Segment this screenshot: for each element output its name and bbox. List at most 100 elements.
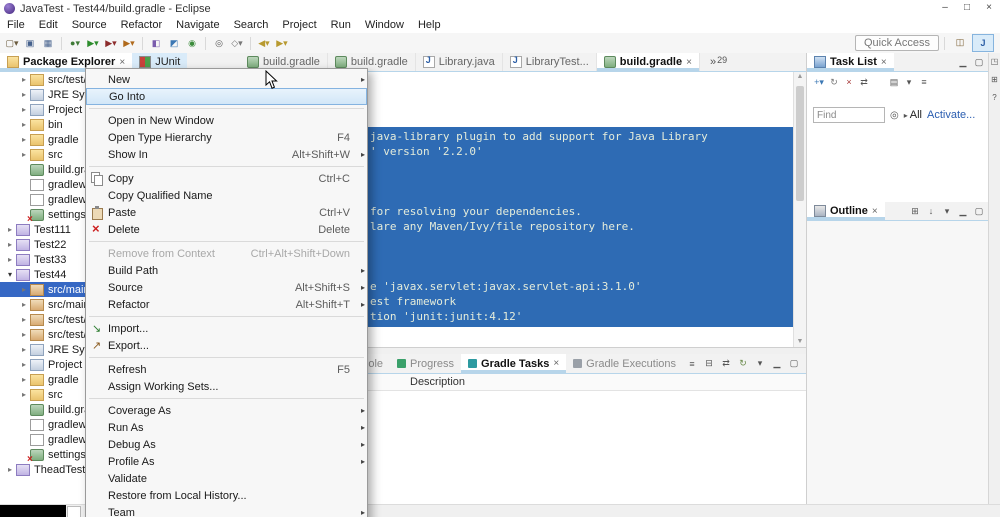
context-menu-item[interactable]: New ▸ — [86, 71, 367, 88]
help-icon[interactable]: ? — [992, 93, 996, 102]
new-task-dropdown[interactable]: +▾ — [813, 77, 825, 88]
context-menu-item[interactable]: Source Alt+Shift+S ▸ — [86, 279, 367, 296]
editor-tab[interactable]: Library.java × — [416, 53, 503, 71]
menu-item[interactable]: File — [0, 19, 32, 31]
maximize-button[interactable]: ▢ — [788, 358, 800, 369]
new-junit-test-button[interactable]: ◩ — [166, 35, 182, 51]
expand-arrow-icon[interactable]: ▸ — [18, 285, 30, 294]
scrollbar-thumb[interactable] — [796, 86, 804, 201]
refresh-tasks-icon[interactable]: ↻ — [737, 358, 749, 369]
view-menu-icon[interactable]: ≡ — [918, 77, 930, 87]
delete-task-icon[interactable]: × — [843, 77, 855, 87]
tab-task-list[interactable]: Task List × — [807, 53, 894, 71]
context-menu-item[interactable]: Import... ▸ — [86, 320, 367, 337]
expand-arrow-icon[interactable]: ▸ — [18, 90, 30, 99]
menu-item[interactable]: Source — [65, 19, 114, 31]
context-menu-item[interactable]: Show In Alt+Shift+W ▸ — [86, 146, 367, 163]
context-menu-item[interactable]: Refactor Alt+Shift+T ▸ — [86, 296, 367, 313]
context-menu-item[interactable]: Team ▸ — [86, 504, 367, 517]
find-input[interactable] — [813, 107, 885, 123]
minimize-button[interactable]: ▁ — [957, 57, 969, 68]
back-dropdown[interactable]: ◀▾ — [256, 35, 272, 51]
new-wizard-dropdown[interactable]: ▢▾ — [4, 35, 20, 51]
toolbar-icon[interactable] — [142, 36, 143, 50]
expand-all-icon[interactable]: ⊞ — [909, 206, 921, 217]
link-with-editor-icon[interactable]: ⇄ — [720, 358, 732, 369]
context-menu-item[interactable]: ▸ — [86, 238, 367, 245]
context-menu-item[interactable]: ▸ — [86, 105, 367, 112]
context-menu-item[interactable]: Delete Delete ▸ — [86, 221, 367, 238]
context-menu-item[interactable]: ▸ — [86, 163, 367, 170]
menu-item[interactable]: Edit — [32, 19, 65, 31]
link-with-editor-icon[interactable]: ⇄ — [858, 77, 870, 88]
view-menu-icon[interactable]: ▾ — [941, 206, 953, 217]
context-menu-item[interactable]: Copy Qualified Name ▸ — [86, 187, 367, 204]
context-menu-item[interactable]: Refresh F5 ▸ — [86, 361, 367, 378]
menu-item[interactable]: Help — [411, 19, 448, 31]
scroll-down-icon[interactable]: ▼ — [794, 337, 806, 347]
context-menu-item[interactable]: Profile As ▸ — [86, 453, 367, 470]
menu-item[interactable]: Run — [324, 19, 358, 31]
activate-link[interactable]: Activate... — [927, 109, 975, 121]
coverage-dropdown[interactable]: ▶▾ — [103, 35, 119, 51]
search-icon[interactable]: ◎ — [890, 110, 899, 121]
show-flat-icon[interactable]: ≡ — [686, 359, 698, 369]
context-menu-item[interactable]: Open in New Window ▸ — [86, 112, 367, 129]
categorized-icon[interactable]: ▤ — [888, 77, 900, 88]
expand-arrow-icon[interactable]: ▸ — [4, 225, 16, 234]
context-menu-item[interactable]: Go Into ▸ — [86, 88, 367, 105]
annotation-nav-dropdown[interactable]: ◇▾ — [229, 35, 245, 51]
editor-scrollbar[interactable]: ▲ ▼ — [793, 72, 806, 347]
new-java-project-button[interactable]: ◧ — [148, 35, 164, 51]
maximize-button[interactable]: ▢ — [973, 57, 985, 68]
minimize-window-button[interactable]: – — [934, 1, 956, 16]
context-menu-item[interactable]: Copy Ctrl+C ▸ — [86, 170, 367, 187]
restore-view-icon[interactable]: ◳ — [991, 57, 999, 66]
synchronize-icon[interactable]: ↻ — [828, 77, 840, 88]
close-tab-icon[interactable]: × — [686, 57, 692, 68]
editor-tab[interactable]: build.gradle × — [596, 53, 700, 71]
context-menu-item[interactable]: Assign Working Sets... ▸ — [86, 378, 367, 395]
context-menu-item[interactable]: Run As ▸ — [86, 419, 367, 436]
close-window-button[interactable]: × — [978, 1, 1000, 16]
minimize-button[interactable]: ▁ — [957, 206, 969, 217]
context-menu-item[interactable]: ▸ — [86, 313, 367, 320]
tab-outline[interactable]: Outline × — [807, 202, 885, 220]
close-view-icon[interactable]: × — [119, 57, 125, 68]
maximize-window-button[interactable]: □ — [956, 1, 978, 16]
context-menu-item[interactable]: Remove from Context Ctrl+Alt+Shift+Down … — [86, 245, 367, 262]
context-menu-item[interactable]: Restore from Local History... ▸ — [86, 487, 367, 504]
quick-access-button[interactable]: Quick Access — [854, 35, 939, 51]
toolbar-icon[interactable] — [205, 36, 206, 50]
debug-dropdown[interactable]: ●▾ — [67, 35, 83, 51]
expand-arrow-icon[interactable]: ▸ — [18, 150, 30, 159]
close-view-icon[interactable]: × — [553, 358, 559, 369]
menu-item[interactable]: Refactor — [114, 19, 170, 31]
minimize-button[interactable]: ▁ — [771, 358, 783, 369]
bottom-view-tab[interactable]: Gradle Tasks × — [461, 354, 567, 373]
context-menu-item[interactable]: ▸ — [86, 395, 367, 402]
external-tools-dropdown[interactable]: ▶▾ — [121, 35, 137, 51]
save-all-button[interactable]: ▦ — [40, 35, 56, 51]
expand-arrow-icon[interactable]: ▸ — [4, 465, 16, 474]
expand-arrow-icon[interactable]: ▸ — [4, 255, 16, 264]
scroll-up-icon[interactable]: ▲ — [794, 72, 806, 82]
context-menu-item[interactable]: Build Path ▸ — [86, 262, 367, 279]
menu-item[interactable]: Search — [227, 19, 276, 31]
context-menu-item[interactable]: Debug As ▸ — [86, 436, 367, 453]
expand-arrow-icon[interactable]: ▸ — [18, 315, 30, 324]
view-menu-icon[interactable]: ▾ — [754, 358, 766, 369]
perspective-java-button[interactable]: J — [972, 34, 994, 52]
menu-item[interactable]: Navigate — [169, 19, 226, 31]
toolbar-icon[interactable] — [250, 36, 251, 50]
open-perspective-icon[interactable]: ⊞ — [991, 75, 998, 84]
menu-item[interactable]: Project — [275, 19, 323, 31]
expand-arrow-icon[interactable]: ▸ — [18, 330, 30, 339]
sort-icon[interactable]: ↓ — [925, 206, 937, 216]
hidden-tabs-indicator[interactable]: » 29 — [710, 53, 727, 71]
run-dropdown[interactable]: ▶▾ — [85, 35, 101, 51]
save-button[interactable]: ▣ — [22, 35, 38, 51]
filter-dropdown[interactable]: ▾ — [903, 77, 915, 88]
close-view-icon[interactable]: × — [881, 57, 887, 68]
expand-arrow-icon[interactable]: ▸ — [18, 105, 30, 114]
